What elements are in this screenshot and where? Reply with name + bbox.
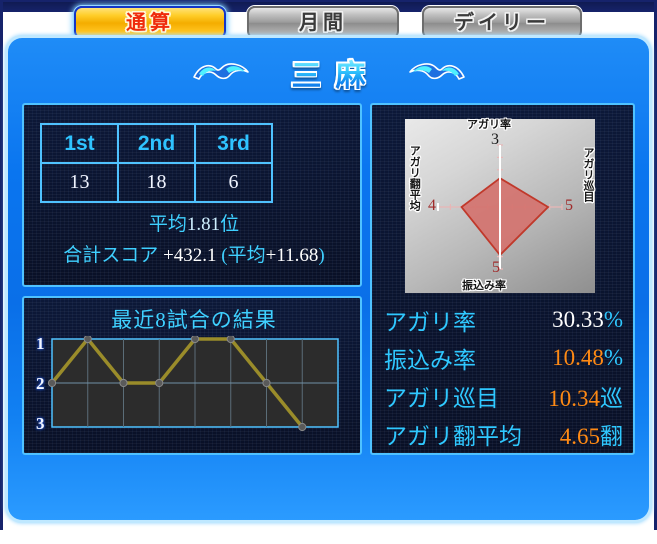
placement-table: 1st 2nd 3rd 13 18 6 bbox=[40, 123, 273, 203]
total-score-label: 合計スコア bbox=[63, 245, 159, 266]
tab-cumulative-label: 通算 bbox=[126, 11, 174, 34]
stat-row-agari-rate: アガリ率 30.33% bbox=[372, 301, 633, 339]
header-3rd: 3rd bbox=[194, 123, 273, 164]
radar-label-deal-in-rate: 振込み率 bbox=[462, 279, 506, 292]
placement-summary-box: 1st 2nd 3rd 13 18 6 平均1.81位 合計スコア +432.1… bbox=[22, 103, 362, 287]
average-placement: 平均1.81位 bbox=[24, 209, 364, 236]
header-2nd: 2nd bbox=[117, 123, 196, 164]
tab-cumulative[interactable]: 通算 bbox=[74, 6, 226, 39]
recent-games-line-chart bbox=[47, 336, 339, 432]
stat-row-agari-turn: アガリ巡目 10.34巡 bbox=[372, 377, 633, 415]
average-score-value: +11.68 bbox=[265, 245, 319, 266]
stat-value-agari-rate: 30.33% bbox=[552, 307, 623, 333]
average-placement-suffix: 位 bbox=[220, 214, 240, 235]
total-score-value: +432.1 bbox=[163, 245, 217, 266]
table-row: 13 18 6 bbox=[40, 162, 273, 203]
stat-number-agari-rate: 30.33 bbox=[552, 307, 604, 332]
wave-icon bbox=[406, 57, 468, 89]
stat-value-avg-han: 4.65翻 bbox=[560, 417, 623, 451]
radar-value-deal-in-rate: 5 bbox=[492, 259, 500, 276]
stat-row-deal-in-rate: 振込み率 10.48% bbox=[372, 339, 633, 377]
stat-label-agari-turn: アガリ巡目 bbox=[384, 386, 499, 411]
panel-title-row: 三麻 bbox=[8, 52, 649, 94]
radar-value-agari-turn: 5 bbox=[565, 197, 573, 214]
stat-unit-agari-turn: 巡 bbox=[600, 386, 623, 411]
stat-row-avg-han: アガリ翻平均 4.65翻 bbox=[372, 415, 633, 453]
wave-icon bbox=[190, 57, 252, 89]
average-placement-value: 1.81 bbox=[186, 214, 221, 235]
average-placement-prefix: 平均 bbox=[148, 214, 187, 235]
tab-bar: 通算 月間 デイリー bbox=[0, 2, 657, 42]
average-score-close: ) bbox=[318, 245, 325, 266]
main-panel: 三麻 1st 2nd 3rd 13 18 6 平均1.81位 合計スコア +43… bbox=[8, 38, 649, 520]
stat-label-agari-rate: アガリ率 bbox=[384, 310, 476, 335]
stat-label-deal-in-rate: 振込み率 bbox=[384, 348, 476, 373]
stats-screen: 通算 月間 デイリー 三麻 1st 2nd 3rd 13 18 6 平均1.81… bbox=[0, 0, 657, 544]
tab-daily-label: デイリー bbox=[454, 11, 550, 34]
radar-label-avg-han: アガリ翻平均 bbox=[408, 145, 421, 211]
stat-unit-agari-rate: % bbox=[603, 307, 623, 332]
stat-value-agari-turn: 10.34巡 bbox=[548, 379, 623, 413]
stat-label-avg-han: アガリ翻平均 bbox=[384, 424, 522, 449]
stat-number-deal-in-rate: 10.48 bbox=[552, 345, 604, 370]
recent-games-title: 最近8試合の結果 bbox=[111, 308, 277, 332]
count-1st: 13 bbox=[40, 162, 119, 203]
stat-unit-avg-han: 翻 bbox=[600, 424, 623, 449]
stat-number-avg-han: 4.65 bbox=[559, 424, 600, 449]
header-1st: 1st bbox=[40, 123, 119, 164]
table-header-row: 1st 2nd 3rd bbox=[40, 123, 273, 164]
stat-value-deal-in-rate: 10.48% bbox=[552, 345, 623, 371]
radar-value-avg-han: 4 bbox=[428, 197, 436, 214]
tab-daily[interactable]: デイリー bbox=[422, 6, 582, 39]
count-2nd: 18 bbox=[117, 162, 196, 203]
count-3rd: 6 bbox=[194, 162, 273, 203]
recent-games-box: 最近8試合の結果 1 2 3 bbox=[22, 296, 362, 455]
stat-number-agari-turn: 10.34 bbox=[548, 386, 600, 411]
average-score-open: (平均 bbox=[221, 245, 266, 266]
total-score-line: 合計スコア +432.1 (平均+11.68) bbox=[24, 240, 364, 267]
performance-box: アガリ率 3 アガリ巡目 5 振込み率 5 アガリ翻平均 4 アガリ率 30.3… bbox=[370, 103, 635, 455]
radar-label-agari-turn: アガリ巡目 bbox=[582, 147, 594, 202]
stats-list: アガリ率 30.33% 振込み率 10.48% アガリ巡目 10.34巡 アガリ… bbox=[372, 301, 633, 453]
tab-monthly[interactable]: 月間 bbox=[247, 6, 399, 39]
radar-chart: アガリ率 3 アガリ巡目 5 振込み率 5 アガリ翻平均 4 bbox=[405, 119, 595, 293]
page-title: 三麻 bbox=[278, 51, 380, 95]
tab-monthly-label: 月間 bbox=[299, 11, 347, 34]
radar-value-agari-rate: 3 bbox=[491, 131, 499, 148]
stat-unit-deal-in-rate: % bbox=[603, 345, 623, 370]
radar-label-agari-rate: アガリ率 bbox=[467, 119, 511, 131]
